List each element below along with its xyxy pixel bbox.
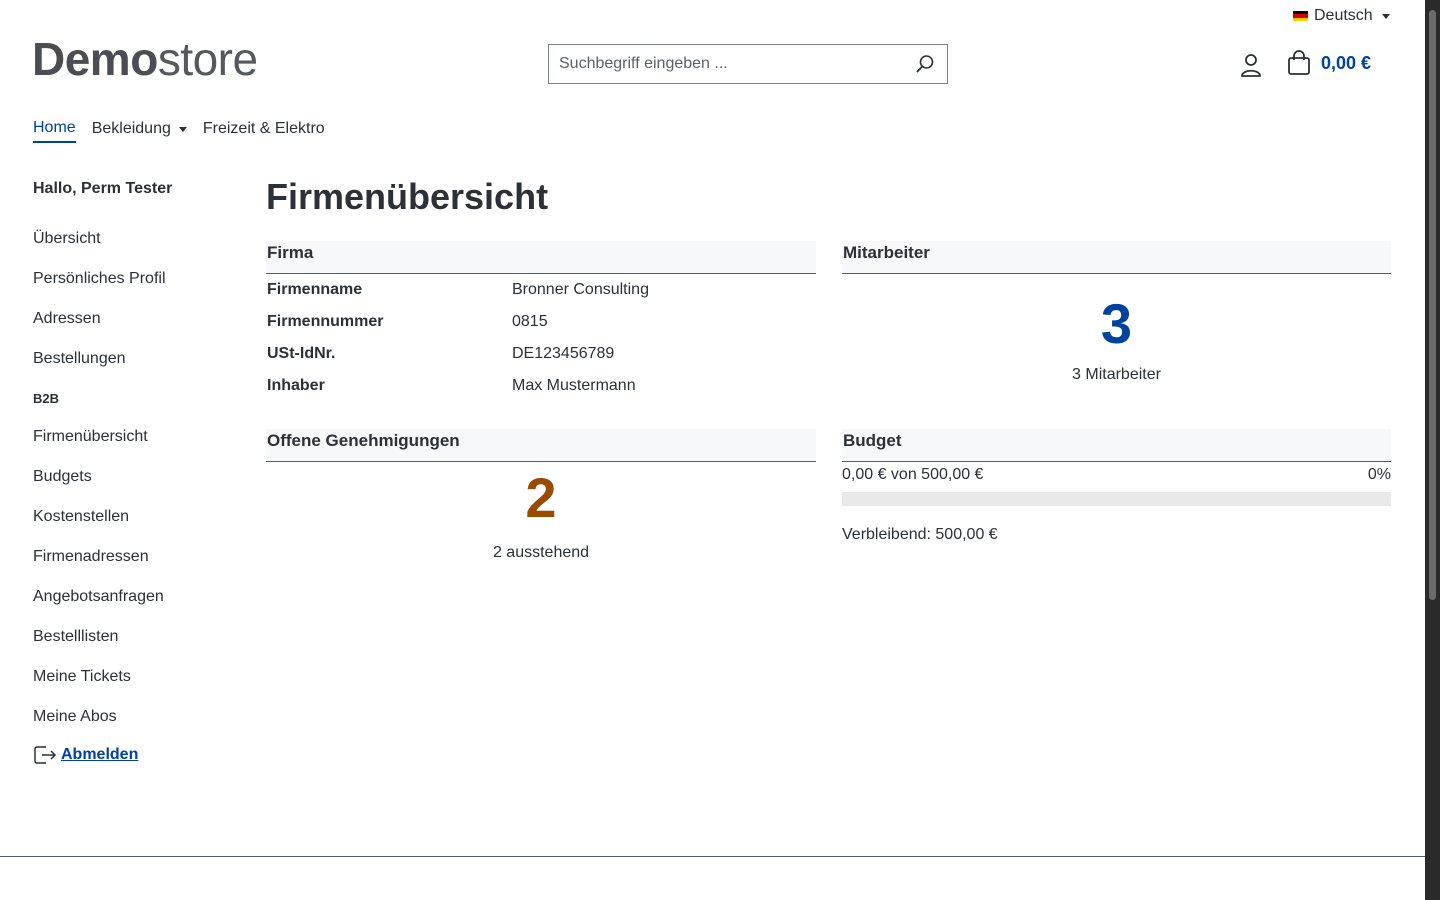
employees-card: Mitarbeiter 3 3 Mitarbeiter xyxy=(842,241,1391,384)
pending-approvals-label: 2 ausstehend xyxy=(492,544,590,561)
company-row: USt-IdNr. DE123456789 xyxy=(266,338,816,370)
sidebar-item-uebersicht[interactable]: Übersicht xyxy=(33,229,233,269)
sidebar-item-abos[interactable]: Meine Abos xyxy=(33,707,233,747)
company-field-label: Inhaber xyxy=(267,377,325,394)
sidebar-item-tickets[interactable]: Meine Tickets xyxy=(33,667,233,707)
budget-used: 0,00 € von 500,00 € xyxy=(842,466,984,483)
footer-divider xyxy=(0,856,1425,857)
sidebar-item-firmenuebersicht[interactable]: Firmenübersicht xyxy=(33,427,233,467)
nav-item-bekleidung[interactable]: Bekleidung xyxy=(92,119,187,143)
language-label: Deutsch xyxy=(1314,7,1373,24)
logo[interactable]: Demostore xyxy=(32,34,258,85)
company-field-label: Firmenname xyxy=(267,281,363,298)
shopping-bag-icon xyxy=(1288,50,1310,75)
sidebar-item-bestelllisten[interactable]: Bestelllisten xyxy=(33,627,233,667)
german-flag-icon xyxy=(1293,11,1308,21)
sidebar-item-angebotsanfragen[interactable]: Angebotsanfragen xyxy=(33,587,233,627)
budget-usage-line: 0,00 € von 500,00 € 0% xyxy=(842,466,1391,484)
company-card: Firma Firmenname Bronner Consulting Firm… xyxy=(266,241,816,402)
company-field-value: Bronner Consulting xyxy=(512,281,649,298)
sidebar-item-firmenadressen[interactable]: Firmenadressen xyxy=(33,547,233,587)
card-heading: Budget xyxy=(842,429,1391,462)
greeting: Hallo, Perm Tester xyxy=(33,180,173,197)
approvals-card: Offene Genehmigungen 2 2 ausstehend xyxy=(266,429,816,562)
company-row: Firmennummer 0815 xyxy=(266,306,816,338)
nav-item-label: Freizeit & Elektro xyxy=(202,120,325,137)
employee-count-label: 3 Mitarbeiter xyxy=(1072,366,1161,383)
nav-item-freizeit-elektro[interactable]: Freizeit & Elektro xyxy=(203,119,325,143)
nav-item-home[interactable]: Home xyxy=(33,119,76,143)
search-button[interactable] xyxy=(903,45,947,83)
company-field-value: 0815 xyxy=(512,313,548,330)
card-heading: Offene Genehmigungen xyxy=(266,429,816,462)
language-selector[interactable]: Deutsch xyxy=(1293,7,1390,25)
account-sidebar: Hallo, Perm Tester Übersicht Persönliche… xyxy=(33,180,233,767)
budget-progress-bar xyxy=(842,492,1391,506)
logout-link[interactable]: Abmelden xyxy=(33,743,233,767)
company-field-label: USt-IdNr. xyxy=(267,345,336,362)
sidebar-heading-b2b: B2B xyxy=(33,391,60,406)
main-navigation: Home Bekleidung Freizeit & Elektro xyxy=(33,119,341,143)
chevron-down-icon xyxy=(1381,13,1390,19)
search-box xyxy=(548,44,948,84)
company-field-value: Max Mustermann xyxy=(512,377,636,394)
cart-total: 0,00 € xyxy=(1321,52,1372,73)
budget-percent: 0% xyxy=(1367,466,1391,483)
card-heading: Mitarbeiter xyxy=(842,241,1391,274)
sidebar-item-kostenstellen[interactable]: Kostenstellen xyxy=(33,507,233,547)
company-row: Firmenname Bronner Consulting xyxy=(266,274,816,306)
logout-label: Abmelden xyxy=(61,746,139,763)
page-title: Firmenübersicht xyxy=(266,176,549,217)
logo-bold-text: Demo xyxy=(32,33,158,85)
employee-count: 3 xyxy=(1100,292,1133,355)
sidebar-item-profil[interactable]: Persönliches Profil xyxy=(33,269,233,309)
logo-light-text: store xyxy=(157,33,258,85)
sidebar-item-bestellungen[interactable]: Bestellungen xyxy=(33,349,233,389)
nav-item-label: Home xyxy=(33,119,76,136)
page-scrollbar[interactable] xyxy=(1425,0,1440,900)
card-heading: Firma xyxy=(266,241,816,274)
chevron-down-icon xyxy=(178,126,187,132)
company-field-label: Firmennummer xyxy=(267,313,384,330)
cart-button[interactable]: 0,00 € xyxy=(1287,50,1371,76)
company-field-value: DE123456789 xyxy=(512,345,615,362)
sidebar-item-budgets[interactable]: Budgets xyxy=(33,467,233,507)
pending-approvals-count: 2 xyxy=(525,466,557,529)
nav-item-label: Bekleidung xyxy=(91,120,171,137)
search-icon xyxy=(916,55,934,73)
account-button[interactable] xyxy=(1238,52,1264,78)
budget-card: Budget 0,00 € von 500,00 € 0% Verbleiben… xyxy=(842,429,1391,544)
sidebar-item-adressen[interactable]: Adressen xyxy=(33,309,233,349)
search-input[interactable] xyxy=(549,45,903,83)
scrollbar-thumb[interactable] xyxy=(1429,10,1436,600)
company-row: Inhaber Max Mustermann xyxy=(266,370,816,402)
logout-icon xyxy=(34,746,57,764)
user-icon xyxy=(1241,54,1261,77)
budget-remaining: Verbleibend: 500,00 € xyxy=(842,526,998,543)
